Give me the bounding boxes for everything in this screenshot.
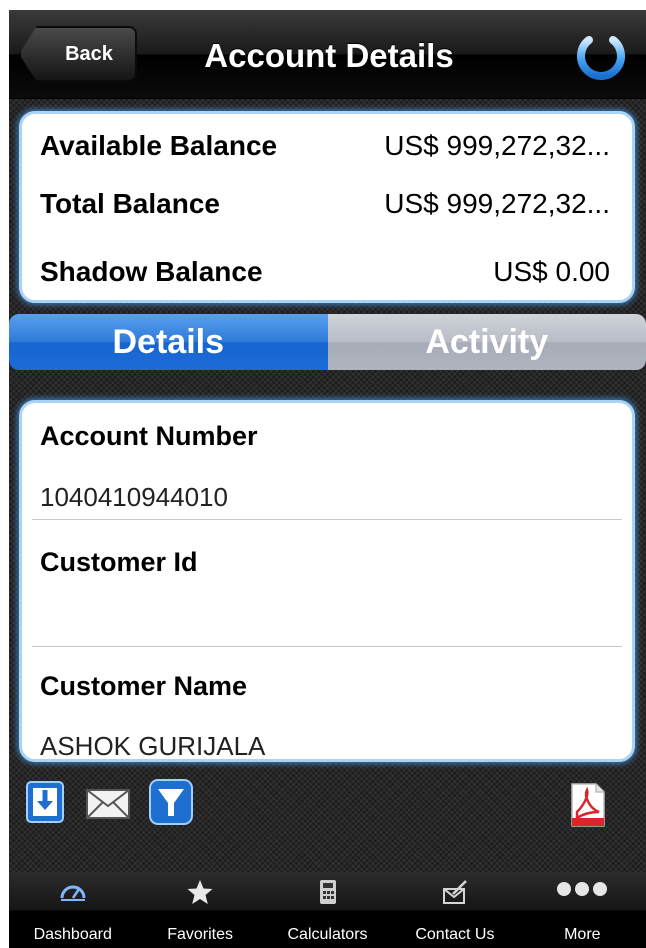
available-balance-value: US$ 999,272,32...	[384, 130, 610, 161]
shadow-balance-row: Shadow Balance US$ 0.00	[40, 256, 610, 288]
customer-id-label: Customer Id	[40, 547, 198, 577]
tab-bar: Dashboard Favorites Calculators Contact …	[9, 872, 646, 948]
page-title: Account Details	[204, 37, 454, 74]
download-icon[interactable]	[26, 781, 64, 823]
tab-label: Calculators	[287, 926, 368, 943]
available-balance-row: Available Balance US$ 999,272,32...	[40, 130, 610, 162]
more-icon	[557, 882, 608, 896]
available-balance-label: Available Balance	[40, 130, 278, 161]
account-number-label: Account Number	[40, 421, 258, 451]
tab-more[interactable]: More	[519, 872, 646, 948]
balance-card: Available Balance US$ 999,272,32... Tota…	[19, 111, 635, 303]
tab-label: More	[564, 926, 601, 943]
tab-contact-us[interactable]: Contact Us	[391, 872, 518, 948]
shadow-balance-value: US$ 0.00	[493, 256, 610, 287]
total-balance-label: Total Balance	[40, 188, 220, 219]
tab-calculators[interactable]: Calculators	[264, 872, 391, 948]
tab-details[interactable]: Details	[9, 314, 328, 370]
star-icon	[187, 880, 213, 904]
calculator-icon	[319, 880, 336, 904]
shadow-balance-label: Shadow Balance	[40, 256, 263, 287]
total-balance-row: Total Balance US$ 999,272,32...	[40, 188, 610, 220]
details-activity-segmented-control: Details Activity	[9, 314, 646, 370]
filter-icon[interactable]	[149, 779, 193, 825]
divider	[32, 519, 622, 520]
tab-activity[interactable]: Activity	[327, 314, 646, 370]
navigation-bar: Back Account Details	[9, 10, 646, 99]
dashboard-icon	[60, 885, 86, 901]
tab-dashboard[interactable]: Dashboard	[9, 872, 136, 948]
power-icon[interactable]	[572, 26, 630, 84]
tab-favorites[interactable]: Favorites	[136, 872, 263, 948]
account-details-card: Account Number 1040410944010 Customer Id…	[19, 400, 635, 762]
app-screen: Back Account Details Available Balance U…	[9, 10, 646, 948]
account-number-value: 1040410944010	[40, 482, 228, 512]
tab-label: Contact Us	[415, 926, 495, 943]
customer-name-label: Customer Name	[40, 671, 248, 701]
total-balance-value: US$ 999,272,32...	[384, 188, 610, 219]
divider	[32, 646, 622, 647]
tab-label: Dashboard	[33, 926, 112, 943]
contact-icon	[442, 880, 467, 904]
back-button[interactable]: Back	[19, 26, 137, 82]
customer-name-value: ASHOK GURIJALA	[40, 731, 266, 761]
mail-icon[interactable]	[85, 788, 131, 820]
pdf-icon[interactable]	[569, 782, 607, 828]
tab-label: Favorites	[167, 926, 233, 943]
